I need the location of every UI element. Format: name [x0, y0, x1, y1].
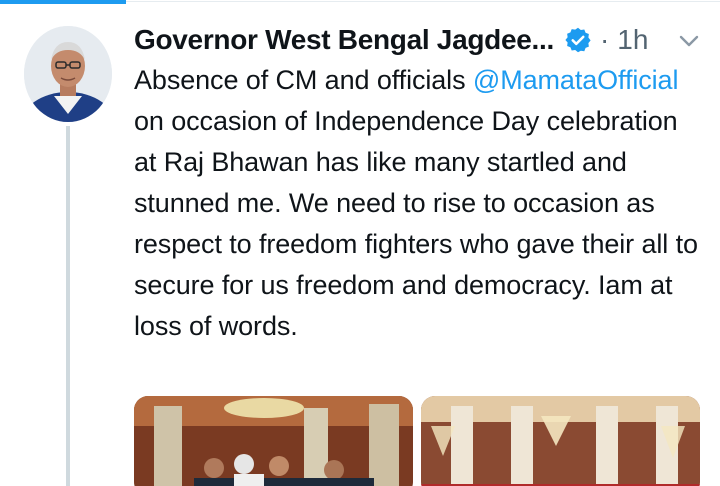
tweet-screen: Governor West Bengal Jagdee... · 1h Abse…	[0, 0, 720, 486]
mention-link[interactable]: @MamataOfficial	[473, 65, 679, 95]
top-divider	[126, 1, 720, 2]
tweet-separator: ·	[599, 24, 610, 55]
verified-badge-icon	[564, 26, 592, 54]
tweet-header: Governor West Bengal Jagdee... · 1h	[134, 18, 704, 62]
tweet-text: Absence of CM and officials @MamataOffic…	[134, 60, 706, 347]
tweet-text-rest: on occasion of Independence Day celebrat…	[134, 106, 698, 341]
tweet-image-right[interactable]	[421, 396, 700, 486]
tweet-time[interactable]: 1h	[617, 24, 648, 56]
tweet-image-left[interactable]	[134, 396, 413, 486]
tab-indicator	[0, 0, 126, 4]
avatar-photo	[24, 26, 112, 122]
chevron-down-icon[interactable]	[674, 26, 704, 56]
avatar[interactable]	[24, 26, 112, 122]
tweet-text-start: Absence of CM and officials	[134, 65, 473, 95]
display-name[interactable]: Governor West Bengal Jagdee...	[134, 24, 554, 56]
thread-line	[66, 126, 70, 486]
